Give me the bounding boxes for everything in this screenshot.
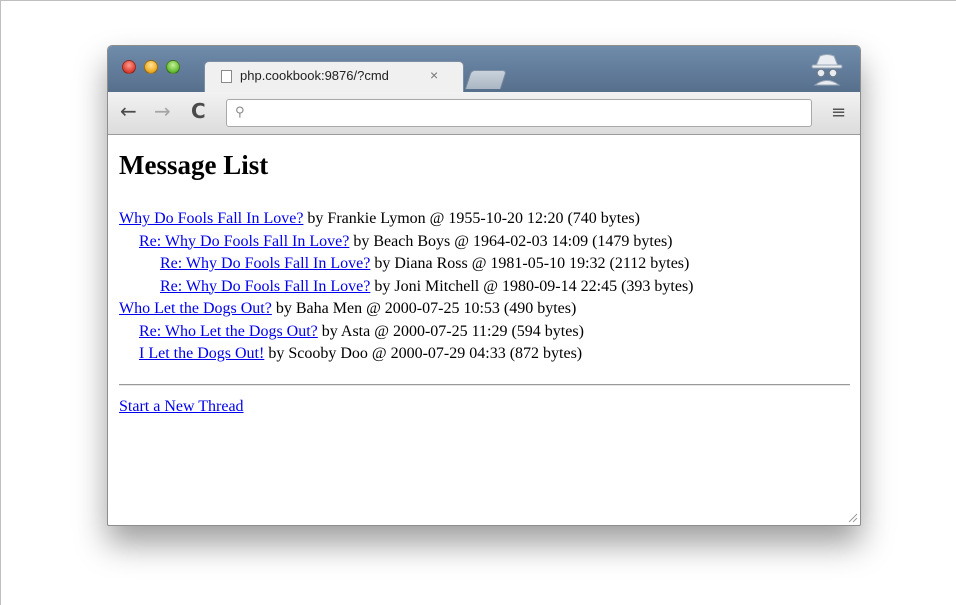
new-tab-button[interactable] <box>464 70 508 89</box>
menu-icon[interactable]: ≡ <box>831 102 846 123</box>
frame-border-left <box>0 0 1 605</box>
message-link[interactable]: Who Let the Dogs Out? <box>119 300 272 317</box>
message-meta: by Baha Men @ 2000-07-25 10:53 (490 byte… <box>271 300 577 317</box>
message-row: Who Let the Dogs Out? by Baha Men @ 2000… <box>119 298 849 321</box>
browser-window: php.cookbook:9876/?cmd × ← → C ⚲ ≡ Messa… <box>107 45 861 526</box>
message-meta: by Joni Mitchell @ 1980-09-14 22:45 (393… <box>370 277 694 295</box>
resize-grip-icon[interactable] <box>846 511 858 523</box>
message-link[interactable]: Re: Why Do Fools Fall In Love? <box>160 255 370 272</box>
message-meta: by Beach Boys @ 1964-02-03 14:09 (1479 b… <box>349 232 673 250</box>
message-row: Re: Who Let the Dogs Out? by Asta @ 2000… <box>119 321 849 344</box>
message-link[interactable]: Re: Who Let the Dogs Out? <box>139 323 318 340</box>
message-link[interactable]: I Let the Dogs Out! <box>139 345 264 362</box>
title-bar: php.cookbook:9876/?cmd × <box>108 46 860 93</box>
message-row: Why Do Fools Fall In Love? by Frankie Ly… <box>119 208 849 231</box>
back-arrow-icon[interactable]: ← <box>120 100 137 122</box>
minimize-window-button[interactable] <box>144 60 158 74</box>
forward-arrow-icon[interactable]: → <box>154 100 171 122</box>
tab-active[interactable]: php.cookbook:9876/?cmd × <box>204 61 464 93</box>
reload-icon[interactable]: C <box>191 100 206 122</box>
browser-toolbar: ← → C ⚲ ≡ <box>108 92 860 135</box>
message-meta: by Frankie Lymon @ 1955-10-20 12:20 (740… <box>303 210 640 227</box>
address-bar[interactable]: ⚲ <box>226 99 812 127</box>
page-icon <box>221 70 232 83</box>
message-link[interactable]: Why Do Fools Fall In Love? <box>119 210 303 227</box>
message-meta: by Diana Ross @ 1981-05-10 19:32 (2112 b… <box>370 255 690 272</box>
close-window-button[interactable] <box>122 60 136 74</box>
message-row: Re: Why Do Fools Fall In Love? by Beach … <box>119 231 849 254</box>
frame-border-top <box>0 0 956 1</box>
message-row: Re: Why Do Fools Fall In Love? by Diana … <box>119 253 849 276</box>
message-list: Why Do Fools Fall In Love? by Frankie Ly… <box>119 208 849 366</box>
incognito-icon <box>811 54 843 86</box>
zoom-window-button[interactable] <box>166 60 180 74</box>
message-meta: by Asta @ 2000-07-25 11:29 (594 bytes) <box>317 322 584 340</box>
tab-title: php.cookbook:9876/?cmd <box>240 68 426 83</box>
page-title: Message List <box>119 150 269 180</box>
start-new-thread-link[interactable]: Start a New Thread <box>119 398 244 415</box>
tab-close-icon[interactable]: × <box>430 67 438 83</box>
message-row: I Let the Dogs Out! by Scooby Doo @ 2000… <box>119 343 849 366</box>
page-content: Message List Why Do Fools Fall In Love? … <box>119 150 850 418</box>
divider <box>119 383 850 386</box>
search-icon: ⚲ <box>235 105 245 120</box>
message-link[interactable]: Re: Why Do Fools Fall In Love? <box>139 233 349 250</box>
message-meta: by Scooby Doo @ 2000-07-29 04:33 (872 by… <box>264 345 583 362</box>
message-row: Re: Why Do Fools Fall In Love? by Joni M… <box>119 276 849 299</box>
message-link[interactable]: Re: Why Do Fools Fall In Love? <box>160 278 370 295</box>
